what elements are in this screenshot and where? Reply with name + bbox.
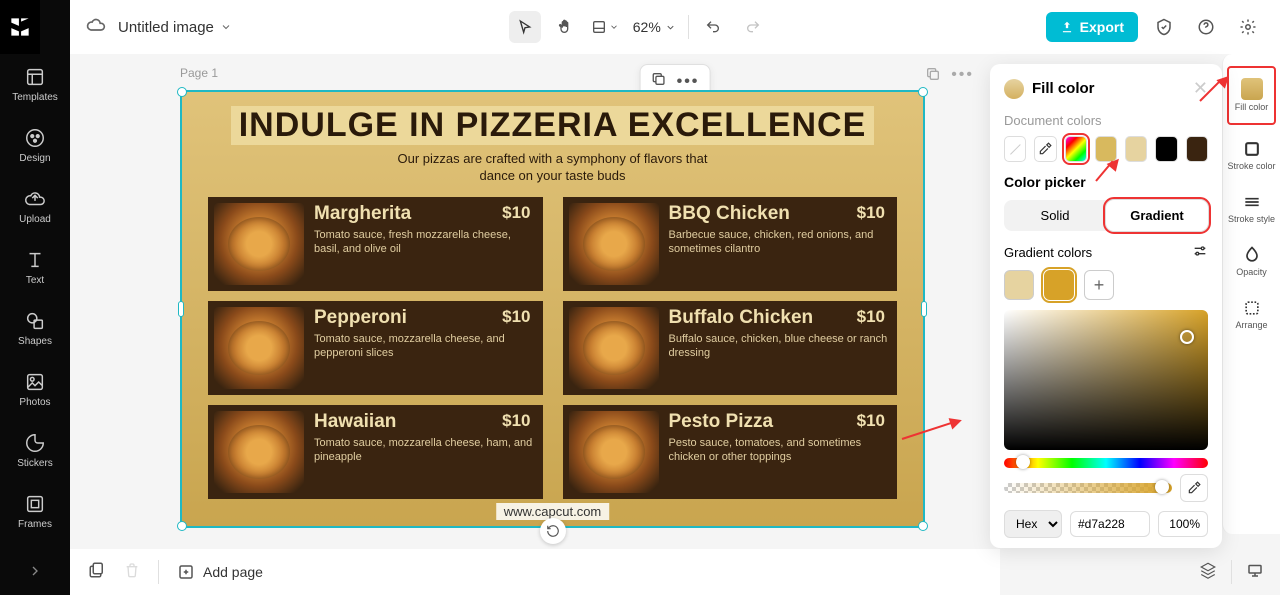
app-logo[interactable]: [0, 0, 40, 54]
current-fill-swatch: [1004, 79, 1024, 99]
help-icon[interactable]: [1190, 11, 1222, 43]
menu-headline: INDULGE IN PIZZERIA EXCELLENCE: [231, 106, 875, 145]
swatch-none[interactable]: [1004, 136, 1026, 162]
prop-stroke-style[interactable]: Stroke style: [1223, 182, 1280, 235]
color-picker-label: Color picker: [1004, 174, 1208, 190]
sidebar-item-design[interactable]: Design: [0, 115, 70, 176]
doc-color-swatch[interactable]: [1186, 136, 1208, 162]
zoom-level[interactable]: 62%: [629, 19, 680, 35]
property-rail: Fill color Stroke color Stroke style Opa…: [1222, 54, 1280, 534]
gradient-settings-button[interactable]: [1192, 243, 1208, 262]
sidebar-item-upload[interactable]: Upload: [0, 176, 70, 237]
hue-slider[interactable]: [1004, 458, 1208, 468]
saturation-picker[interactable]: [1004, 310, 1208, 450]
doc-colors-label: Document colors: [1004, 113, 1208, 128]
layers-button[interactable]: [1199, 561, 1217, 584]
left-sidebar: Templates Design Upload Text Shapes Phot…: [0, 0, 70, 595]
gradient-stop[interactable]: [1044, 270, 1074, 300]
eyedropper-button[interactable]: [1180, 474, 1208, 502]
undo-button[interactable]: [697, 11, 729, 43]
settings-icon[interactable]: [1232, 11, 1264, 43]
shield-icon[interactable]: [1148, 11, 1180, 43]
pizza-image: [214, 307, 304, 389]
sidebar-item-frames[interactable]: Frames: [0, 481, 70, 542]
export-button[interactable]: Export: [1046, 12, 1138, 42]
swatch-custom-color[interactable]: [1065, 136, 1087, 162]
canvas-selection[interactable]: INDULGE IN PIZZERIA EXCELLENCE Our pizza…: [180, 90, 925, 528]
hex-input[interactable]: [1070, 511, 1150, 537]
cloud-sync-icon[interactable]: [86, 15, 106, 40]
menu-item: Pesto Pizza$10Pesto sauce, tomatoes, and…: [563, 405, 898, 499]
document-title[interactable]: Untitled image: [118, 19, 232, 36]
pizza-image: [569, 411, 659, 493]
rotate-handle[interactable]: [540, 518, 566, 544]
prop-stroke-color[interactable]: Stroke color: [1223, 129, 1280, 182]
prop-opacity[interactable]: Opacity: [1223, 235, 1280, 288]
sidebar-item-photos[interactable]: Photos: [0, 359, 70, 420]
crop-tool[interactable]: [589, 11, 621, 43]
gradient-colors-label: Gradient colors: [1004, 245, 1092, 260]
duplicate-button[interactable]: [651, 71, 667, 92]
duplicate-page-button[interactable]: [925, 66, 941, 87]
gradient-stop[interactable]: [1004, 270, 1034, 300]
bottom-bar: Add page: [70, 549, 1000, 595]
sidebar-item-templates[interactable]: Templates: [0, 54, 70, 115]
expand-sidebar-button[interactable]: [0, 563, 70, 579]
present-button[interactable]: [1246, 561, 1264, 584]
select-tool[interactable]: [509, 11, 541, 43]
fill-color-panel: Fill color ✕ Document colors Color picke…: [990, 64, 1222, 548]
swatch-eyedropper[interactable]: [1034, 136, 1056, 162]
page-label: Page 1: [180, 66, 218, 80]
sidebar-item-stickers[interactable]: Stickers: [0, 420, 70, 481]
page-more-button[interactable]: •••: [951, 66, 974, 87]
menu-grid: Margherita$10Tomato sauce, fresh mozzare…: [192, 197, 913, 499]
delete-page-button[interactable]: [124, 562, 140, 583]
opacity-input[interactable]: [1158, 511, 1208, 537]
hand-tool[interactable]: [549, 11, 581, 43]
menu-item: Margherita$10Tomato sauce, fresh mozzare…: [208, 197, 543, 291]
more-options-button[interactable]: •••: [677, 73, 700, 91]
prop-arrange[interactable]: Arrange: [1223, 288, 1280, 341]
tab-gradient[interactable]: Gradient: [1106, 200, 1208, 231]
pizza-image: [214, 203, 304, 285]
alpha-slider[interactable]: [1004, 483, 1172, 493]
panel-title: Fill color: [1032, 80, 1185, 97]
pizza-image: [214, 411, 304, 493]
export-icon: [1060, 20, 1074, 34]
doc-color-swatch[interactable]: [1155, 136, 1177, 162]
sidebar-item-text[interactable]: Text: [0, 237, 70, 298]
sidebar-item-shapes[interactable]: Shapes: [0, 298, 70, 359]
document-title-text: Untitled image: [118, 19, 214, 36]
pages-panel-button[interactable]: [88, 561, 106, 584]
chevron-down-icon: [665, 22, 676, 33]
menu-item: Hawaiian$10Tomato sauce, mozzarella chee…: [208, 405, 543, 499]
pizza-image: [569, 203, 659, 285]
chevron-down-icon: [220, 21, 232, 33]
redo-button[interactable]: [737, 11, 769, 43]
menu-subtitle: Our pizzas are crafted with a symphony o…: [192, 151, 913, 185]
tab-solid[interactable]: Solid: [1004, 200, 1106, 231]
menu-item: BBQ Chicken$10Barbecue sauce, chicken, r…: [563, 197, 898, 291]
add-page-button[interactable]: Add page: [177, 563, 263, 581]
doc-color-swatch[interactable]: [1125, 136, 1147, 162]
picker-mode-tabs: Solid Gradient: [1004, 200, 1208, 231]
color-mode-select[interactable]: Hex: [1004, 510, 1062, 538]
menu-item: Pepperoni$10Tomato sauce, mozzarella che…: [208, 301, 543, 395]
add-gradient-stop-button[interactable]: +: [1084, 270, 1114, 300]
menu-item: Buffalo Chicken$10Buffalo sauce, chicken…: [563, 301, 898, 395]
pizza-image: [569, 307, 659, 389]
